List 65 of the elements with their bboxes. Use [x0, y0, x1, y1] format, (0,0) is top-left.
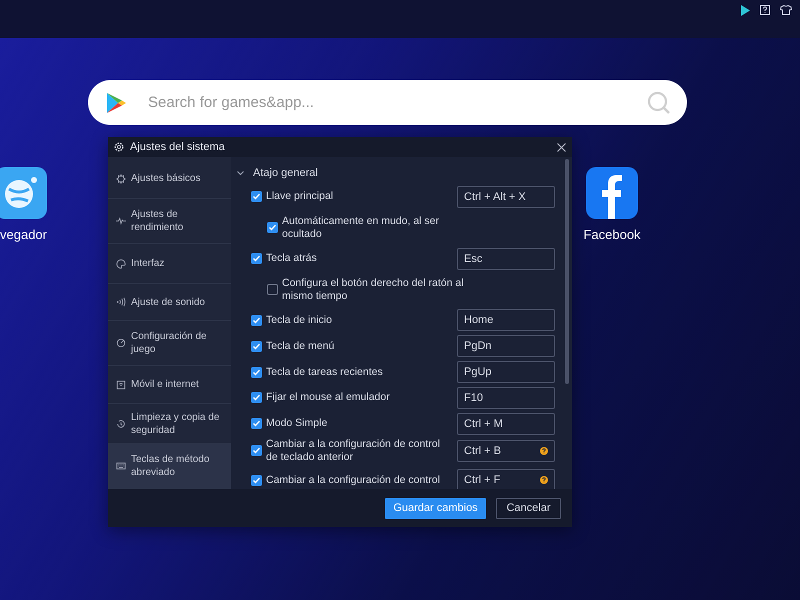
shortcut-field[interactable]: Ctrl + Alt + X — [457, 186, 555, 208]
shortcut-field[interactable]: PgDn — [457, 335, 555, 358]
palette-icon — [116, 258, 126, 268]
gear-icon — [116, 174, 126, 184]
shortcut-label: Cambiar a la configuración de control de teclado anterior — [266, 438, 441, 464]
sidebar-item[interactable]: Ajuste de sonido — [108, 284, 231, 321]
gear-icon — [114, 142, 124, 152]
shirt-icon[interactable] — [780, 5, 792, 15]
checkbox[interactable] — [251, 340, 262, 352]
section-title: Atajo general — [253, 167, 318, 179]
keyboard-icon — [116, 461, 126, 471]
checkbox[interactable] — [267, 222, 278, 234]
search-bar[interactable]: Search for games&app... — [88, 80, 687, 125]
option-label: Automáticamente en mudo, al ser ocultado — [282, 214, 440, 241]
shortcut-label: Tecla de tareas recientes — [266, 366, 384, 379]
checkbox[interactable] — [251, 366, 262, 378]
clock-icon — [116, 418, 126, 428]
checkbox[interactable] — [251, 392, 262, 404]
sidebar-item[interactable]: Móvil e internet — [108, 366, 231, 404]
shortcut-label: Modo Simple — [266, 417, 328, 430]
shortcut-field[interactable]: Ctrl + F — [457, 469, 555, 489]
sidebar-item[interactable]: Configuración de juego — [108, 321, 231, 366]
checkbox[interactable] — [267, 284, 278, 296]
checkbox[interactable] — [251, 445, 262, 456]
shortcut-label: Tecla atrás — [266, 252, 318, 266]
checkbox[interactable] — [251, 253, 262, 264]
dialog-title: Ajustes del sistema — [130, 141, 226, 153]
gauge-icon — [116, 338, 126, 348]
shortcut-label: Tecla de inicio — [266, 314, 333, 327]
shortcut-field[interactable]: Home — [457, 309, 555, 332]
checkbox[interactable] — [251, 474, 262, 486]
pulse-icon — [116, 216, 126, 226]
help-icon[interactable] — [540, 476, 548, 484]
shortcut-field[interactable]: Ctrl + B — [457, 440, 555, 462]
app-label: vegador — [0, 227, 47, 242]
app-label: Facebook — [583, 227, 641, 242]
scrollbar[interactable] — [565, 159, 569, 384]
cancel-button[interactable]: Cancelar — [496, 498, 561, 518]
shortcut-label: Tecla de menú — [266, 340, 336, 353]
shortcut-field[interactable]: Ctrl + M — [457, 412, 555, 435]
sound-icon — [116, 297, 126, 307]
globe-app-icon[interactable] — [0, 167, 47, 219]
shortcut-label: Fijar el mouse al emulador — [266, 391, 391, 404]
checkbox[interactable] — [251, 418, 262, 430]
sidebar-item[interactable]: Teclas de método abreviado — [108, 444, 231, 489]
shortcut-field[interactable]: PgUp — [457, 361, 555, 384]
wifi-icon — [116, 380, 126, 390]
sidebar-item[interactable]: Ajustes básicos — [108, 159, 231, 199]
help-icon[interactable] — [760, 5, 770, 15]
shortcut-label: Cambiar a la configuración de control — [266, 474, 441, 487]
facebook-app-icon[interactable] — [586, 167, 638, 219]
help-icon[interactable] — [540, 446, 548, 455]
checkbox[interactable] — [251, 191, 262, 202]
chevron-down-icon[interactable] — [237, 170, 244, 176]
close-icon[interactable] — [557, 142, 566, 152]
shortcut-field[interactable]: Esc — [457, 248, 555, 270]
sidebar-item[interactable]: Ajustes de rendimiento — [108, 199, 231, 244]
shortcut-field[interactable]: F10 — [457, 386, 555, 409]
play-store-icon — [106, 92, 127, 114]
checkbox[interactable] — [251, 314, 262, 326]
option-label: Configura el botón derecho del ratón al mismo tiempo — [282, 276, 465, 303]
play-icon[interactable] — [740, 4, 750, 16]
shortcut-label: Llave principal — [266, 190, 334, 204]
sidebar-item[interactable]: Interfaz — [108, 244, 231, 284]
search-field[interactable]: Search for games&app... — [146, 93, 647, 112]
